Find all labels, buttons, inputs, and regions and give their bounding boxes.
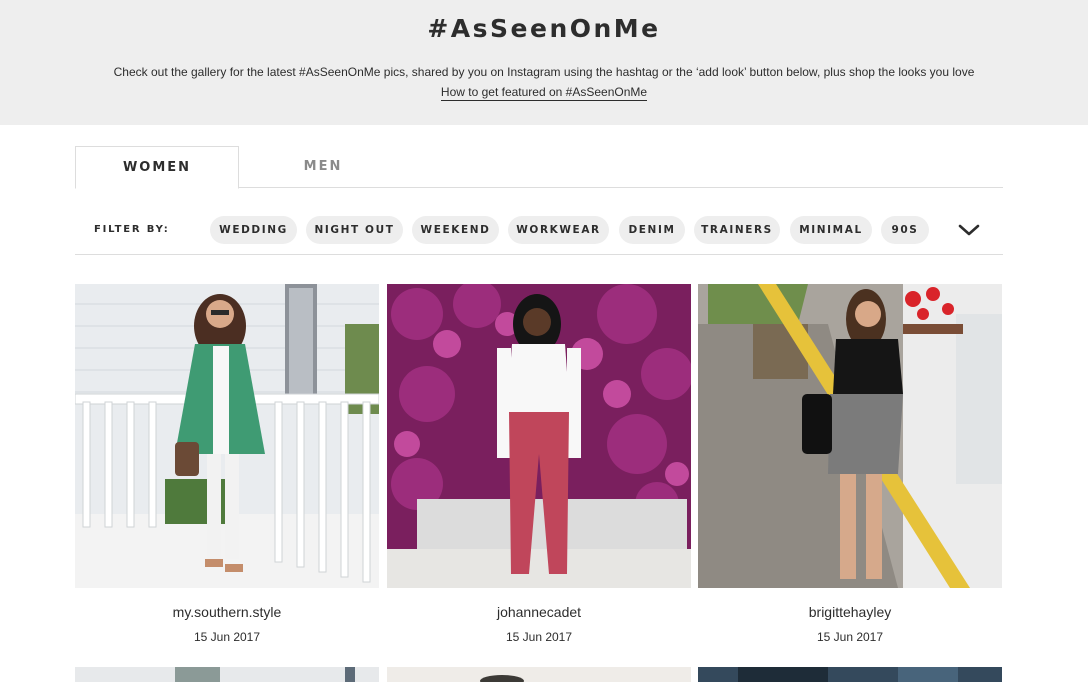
- post-date-2: 15 Jun 2017: [505, 630, 573, 644]
- post-date-3: 15 Jun 2017: [816, 630, 884, 644]
- post-photo-4[interactable]: [75, 667, 379, 682]
- filter-pill-90s[interactable]: 90S: [881, 216, 929, 244]
- post-username-1[interactable]: my.southern.style: [75, 604, 379, 620]
- hero-banner: #AsSeenOnMe Check out the gallery for th…: [0, 0, 1088, 125]
- hero-description: Check out the gallery for the latest #As…: [113, 65, 975, 79]
- post-photo-2[interactable]: [387, 284, 691, 588]
- tab-women[interactable]: WOMEN: [75, 146, 239, 189]
- filter-pill-night-out[interactable]: NIGHT OUT: [306, 216, 403, 244]
- post-photo-5[interactable]: [387, 667, 691, 682]
- post-photo-3[interactable]: [698, 284, 1002, 588]
- tab-men[interactable]: MEN: [239, 146, 407, 188]
- post-date-1: 15 Jun 2017: [193, 630, 261, 644]
- post-photo-6[interactable]: [698, 667, 1002, 682]
- post-username-2[interactable]: johannecadet: [387, 604, 691, 620]
- filter-bar: FILTER BY: WEDDING NIGHT OUT WEEKEND WOR…: [75, 205, 1003, 255]
- page-title: #AsSeenOnMe: [427, 14, 661, 43]
- filter-pill-trainers[interactable]: TRAINERS: [694, 216, 780, 244]
- filter-pill-workwear[interactable]: WORKWEAR: [508, 216, 609, 244]
- chevron-down-icon[interactable]: [957, 219, 981, 241]
- filter-label: FILTER BY:: [94, 224, 170, 235]
- filter-pill-denim[interactable]: DENIM: [619, 216, 685, 244]
- featured-link[interactable]: How to get featured on #AsSeenOnMe: [440, 85, 648, 101]
- filter-pill-minimal[interactable]: MINIMAL: [790, 216, 872, 244]
- post-photo-1[interactable]: [75, 284, 379, 588]
- filter-pill-weekend[interactable]: WEEKEND: [412, 216, 499, 244]
- filter-pill-wedding[interactable]: WEDDING: [210, 216, 297, 244]
- post-username-3[interactable]: brigittehayley: [698, 604, 1002, 620]
- gender-tabs: WOMEN MEN: [75, 146, 1003, 189]
